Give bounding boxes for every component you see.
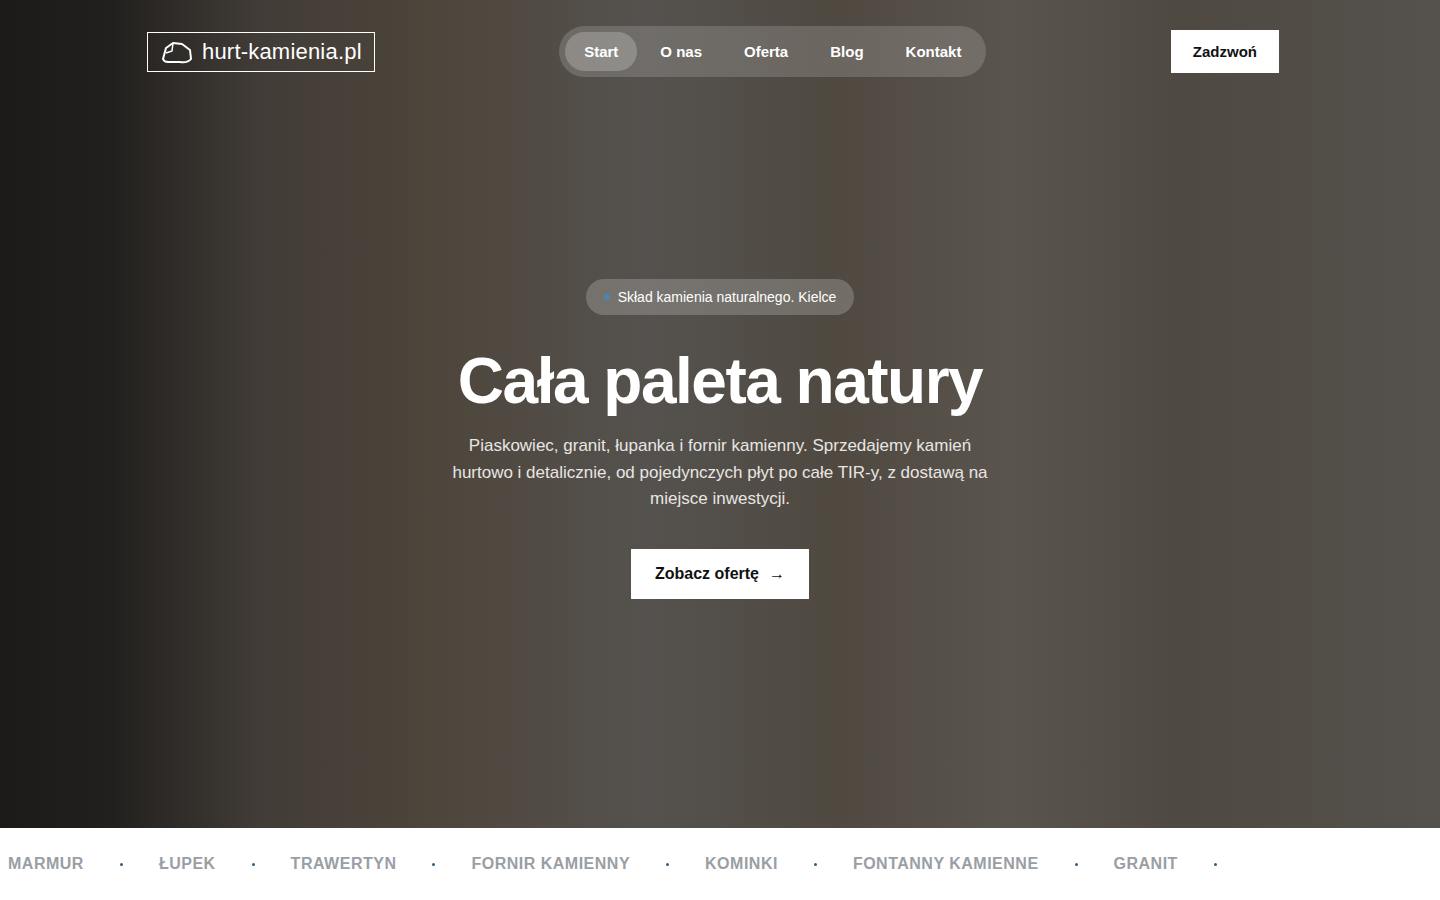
badge-text: Skład kamienia naturalnego. Kielce <box>618 289 837 305</box>
marquee-item[interactable]: FORNIR KAMIENNY <box>471 855 630 873</box>
logo-text: hurt-kamienia.pl <box>202 39 362 65</box>
page: hurt-kamienia.pl StartO nasOfertaBlogKont… <box>0 0 1440 900</box>
marquee-item[interactable]: MARMUR <box>8 855 84 873</box>
badge-dot <box>604 294 610 300</box>
call-button[interactable]: Zadzwoń <box>1171 30 1279 73</box>
nav-item[interactable]: Start <box>565 32 637 71</box>
hero-description: Piaskowiec, granit, łupanka i fornir kam… <box>440 433 1000 513</box>
nav-item[interactable]: Blog <box>811 32 882 71</box>
header: hurt-kamienia.pl StartO nasOfertaBlogKont… <box>0 0 1440 77</box>
separator-dot <box>666 863 669 866</box>
arrow-icon: → <box>769 565 785 583</box>
hero-title: Cała paleta natury <box>458 343 982 419</box>
separator-dot <box>120 863 123 866</box>
separator-dot <box>1075 863 1078 866</box>
marquee-item[interactable]: FONTANNY KAMIENNE <box>853 855 1039 873</box>
stone-icon <box>160 39 194 65</box>
nav-item[interactable]: Oferta <box>725 32 807 71</box>
separator-dot <box>814 863 817 866</box>
nav-item[interactable]: O nas <box>641 32 721 71</box>
main-nav: StartO nasOfertaBlogKontakt <box>559 26 986 77</box>
offer-button[interactable]: Zobacz ofertę → <box>631 549 809 599</box>
logo[interactable]: hurt-kamienia.pl <box>147 32 375 72</box>
hero: hurt-kamienia.pl StartO nasOfertaBlogKont… <box>0 0 1440 828</box>
separator-dot <box>252 863 255 866</box>
marquee-item[interactable]: GRANIT <box>1114 855 1178 873</box>
offer-button-label: Zobacz ofertę <box>655 565 759 583</box>
separator-dot <box>1214 863 1217 866</box>
marquee-item[interactable]: KOMINKI <box>705 855 778 873</box>
category-marquee: MARMUR ŁUPEK TRAWERTYN FORNIR KAMIENNY KOMIN… <box>0 828 1440 900</box>
separator-dot <box>432 863 435 866</box>
marquee-item[interactable]: ŁUPEK <box>159 855 216 873</box>
location-badge: Skład kamienia naturalnego. Kielce <box>586 279 855 315</box>
marquee-item[interactable]: TRAWERTYN <box>291 855 397 873</box>
hero-content: Skład kamienia naturalnego. Kielce Cała p… <box>0 77 1440 599</box>
nav-item[interactable]: Kontakt <box>887 32 981 71</box>
